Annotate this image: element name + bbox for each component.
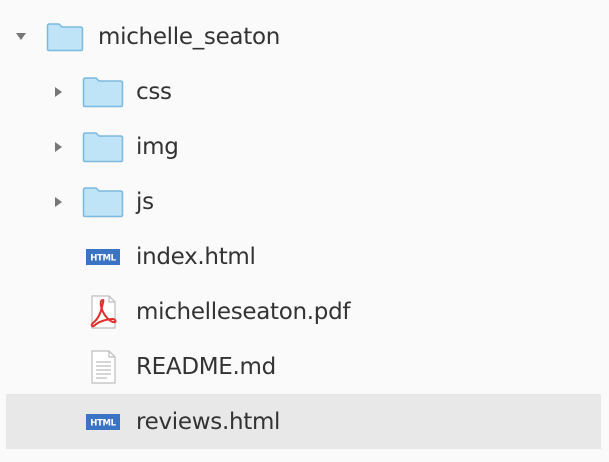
tree-item-label: css bbox=[136, 78, 172, 105]
chevron-right-icon[interactable] bbox=[52, 140, 66, 154]
tree-item-label: michelle_seaton bbox=[98, 23, 280, 50]
html-file-icon: HTML bbox=[82, 247, 124, 267]
tree-item-michelle-seaton[interactable]: michelle_seaton bbox=[0, 9, 609, 64]
tree-item-label: michelleseaton.pdf bbox=[136, 298, 351, 325]
tree-item-label: index.html bbox=[136, 243, 256, 270]
tree-item-michelleseaton-pdf[interactable]: michelleseaton.pdf bbox=[0, 284, 609, 339]
file-tree: michelle_seaton css img js HTML index.ht… bbox=[0, 0, 609, 462]
tree-item-readme-md[interactable]: README.md bbox=[0, 339, 609, 394]
html-badge-text: HTML bbox=[90, 418, 116, 428]
tree-item-label: img bbox=[136, 133, 179, 160]
tree-item-index-html[interactable]: HTML index.html bbox=[0, 229, 609, 284]
pdf-file-icon bbox=[82, 294, 124, 330]
tree-item-label: reviews.html bbox=[136, 408, 281, 435]
tree-item-css[interactable]: css bbox=[0, 64, 609, 119]
html-file-icon: HTML bbox=[82, 412, 124, 432]
text-file-icon bbox=[82, 349, 124, 385]
folder-icon bbox=[82, 131, 124, 163]
tree-item-label: js bbox=[136, 188, 154, 215]
folder-icon bbox=[82, 186, 124, 218]
tree-item-reviews-html[interactable]: HTML reviews.html bbox=[6, 394, 601, 449]
tree-item-img[interactable]: img bbox=[0, 119, 609, 174]
chevron-down-icon[interactable] bbox=[14, 30, 28, 44]
folder-icon bbox=[46, 22, 84, 52]
tree-item-js[interactable]: js bbox=[0, 174, 609, 229]
chevron-right-icon[interactable] bbox=[52, 195, 66, 209]
chevron-right-icon[interactable] bbox=[52, 85, 66, 99]
html-badge-text: HTML bbox=[90, 253, 116, 263]
tree-item-label: README.md bbox=[136, 353, 276, 380]
folder-icon bbox=[82, 76, 124, 108]
